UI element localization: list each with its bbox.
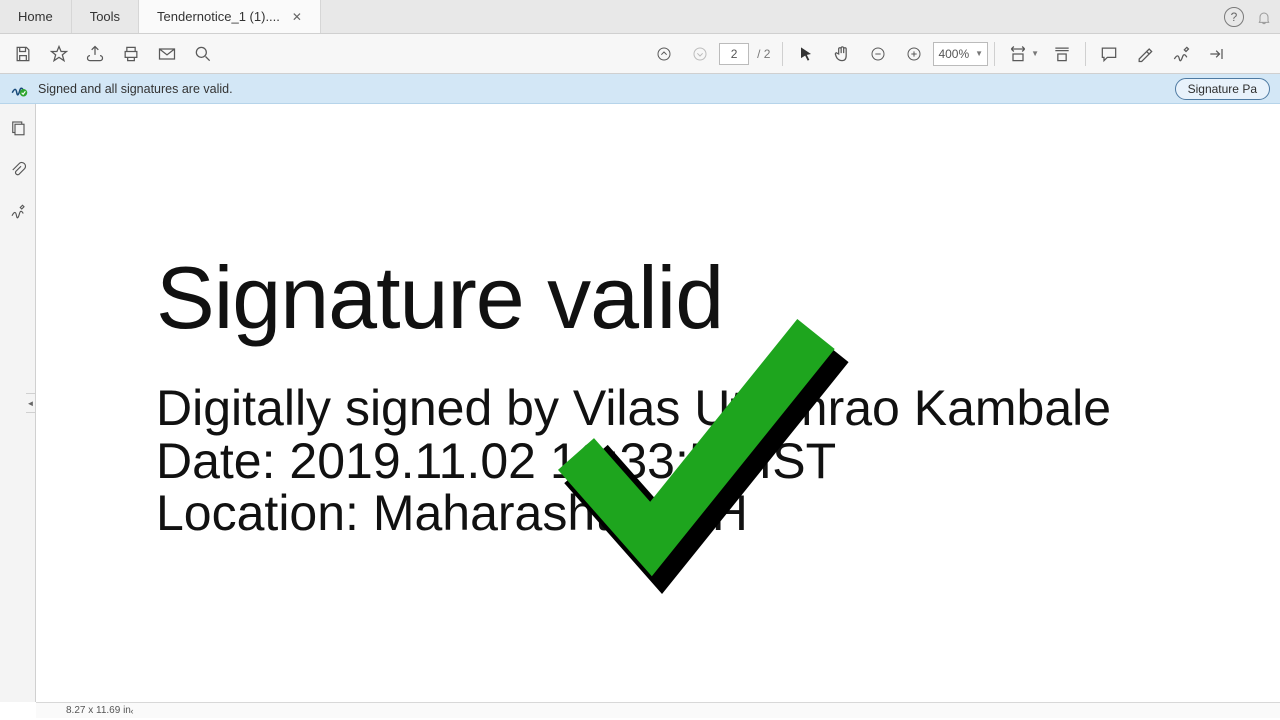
select-tool[interactable] bbox=[789, 37, 823, 71]
page-down-button[interactable] bbox=[683, 37, 717, 71]
scroll-left-icon[interactable]: ‹ bbox=[126, 705, 138, 717]
sign-button[interactable] bbox=[1164, 37, 1198, 71]
tab-home[interactable]: Home bbox=[0, 0, 72, 33]
signature-location: Location: Maharashtra-MH bbox=[156, 487, 1206, 540]
document-viewport[interactable]: Signature valid Digitally signed by Vila… bbox=[36, 104, 1280, 702]
comment-button[interactable] bbox=[1092, 37, 1126, 71]
tab-document[interactable]: Tendernotice_1 (1).... ✕ bbox=[139, 0, 321, 33]
zoom-value: 400% bbox=[938, 47, 969, 61]
upload-button[interactable] bbox=[78, 37, 112, 71]
zoom-out-button[interactable] bbox=[861, 37, 895, 71]
page-number-input[interactable] bbox=[719, 43, 749, 65]
tab-home-label: Home bbox=[18, 9, 53, 24]
left-sidebar: ◄ bbox=[0, 104, 36, 702]
fit-width-button[interactable] bbox=[1001, 37, 1035, 71]
divider bbox=[994, 42, 995, 66]
close-icon[interactable]: ✕ bbox=[292, 10, 302, 24]
signature-title: Signature valid bbox=[156, 254, 1206, 342]
signature-message-text: Signed and all signatures are valid. bbox=[38, 82, 233, 96]
help-icon[interactable]: ? bbox=[1224, 7, 1244, 27]
attachments-icon[interactable] bbox=[6, 158, 30, 182]
notification-icon[interactable] bbox=[1256, 8, 1272, 26]
signature-block: Signature valid Digitally signed by Vila… bbox=[156, 254, 1206, 540]
signature-valid-icon bbox=[10, 80, 28, 98]
page-total-label: / 2 bbox=[751, 47, 776, 61]
zoom-in-button[interactable] bbox=[897, 37, 931, 71]
search-button[interactable] bbox=[186, 37, 220, 71]
tab-document-label: Tendernotice_1 (1).... bbox=[157, 9, 280, 24]
divider bbox=[782, 42, 783, 66]
chevron-down-icon: ▼ bbox=[975, 49, 983, 58]
email-button[interactable] bbox=[150, 37, 184, 71]
signature-signer: Digitally signed by Vilas Uttamrao Kamba… bbox=[156, 382, 1206, 435]
page-dimensions: 8.27 x 11.69 in bbox=[66, 705, 131, 716]
divider bbox=[1085, 42, 1086, 66]
hand-tool[interactable] bbox=[825, 37, 859, 71]
page-up-button[interactable] bbox=[647, 37, 681, 71]
tab-bar: Home Tools Tendernotice_1 (1).... ✕ ? bbox=[0, 0, 1280, 34]
save-button[interactable] bbox=[6, 37, 40, 71]
more-tools-button[interactable] bbox=[1200, 37, 1234, 71]
thumbnails-icon[interactable] bbox=[6, 116, 30, 140]
zoom-level-select[interactable]: 400% ▼ bbox=[933, 42, 988, 66]
toolbar: / 2 400% ▼ ▼ bbox=[0, 34, 1280, 74]
tab-tools-label: Tools bbox=[90, 9, 120, 24]
status-bar: 8.27 x 11.69 in ‹ bbox=[36, 702, 1280, 718]
star-button[interactable] bbox=[42, 37, 76, 71]
print-button[interactable] bbox=[114, 37, 148, 71]
highlight-button[interactable] bbox=[1128, 37, 1162, 71]
signature-date: Date: 2019.11.02 16:33:51 IST bbox=[156, 435, 1206, 488]
collapse-sidebar-icon[interactable]: ◄ bbox=[26, 393, 36, 413]
chevron-down-icon[interactable]: ▼ bbox=[1031, 49, 1039, 58]
tab-tools[interactable]: Tools bbox=[72, 0, 139, 33]
signatures-icon[interactable] bbox=[6, 200, 30, 224]
signature-message-bar: Signed and all signatures are valid. Sig… bbox=[0, 74, 1280, 104]
signature-panel-button[interactable]: Signature Pa bbox=[1175, 78, 1270, 100]
fit-page-button[interactable] bbox=[1045, 37, 1079, 71]
